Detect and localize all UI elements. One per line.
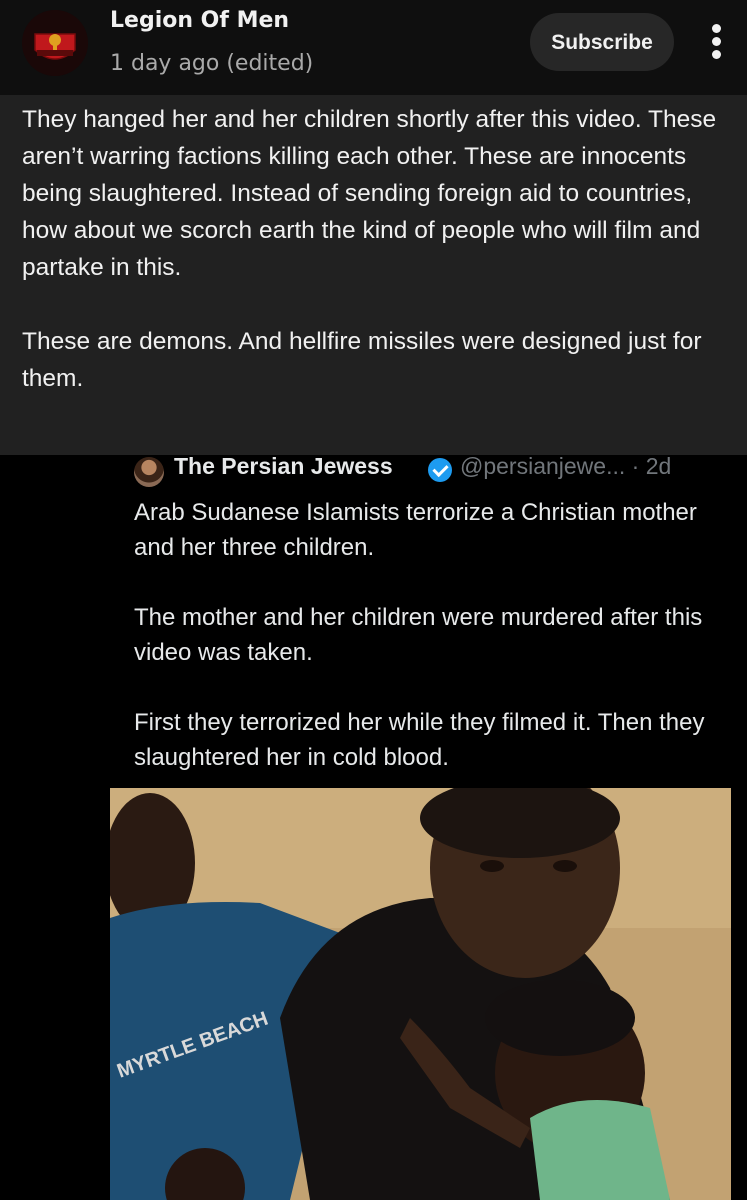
- more-vert-icon[interactable]: [700, 20, 734, 64]
- tweet-handle: @persianjewe... · 2d: [460, 453, 672, 479]
- tweet-text: Arab Sudanese Islamists terrorize a Chri…: [134, 499, 705, 771]
- channel-logo-icon: [22, 10, 88, 76]
- post-body: They hanged her and her children shortly…: [0, 95, 747, 455]
- tweet-video-still[interactable]: MYRTLE BEACH: [110, 788, 731, 1200]
- tweet-author-name: The Persian Jewess: [174, 453, 393, 479]
- embedded-tweet: The Persian Jewess @persianjewe... · 2d …: [110, 453, 731, 790]
- embedded-screenshot[interactable]: The Persian Jewess @persianjewe... · 2d …: [0, 453, 747, 1200]
- verified-badge-icon: [428, 458, 452, 482]
- post-text: They hanged her and her children shortly…: [22, 106, 717, 392]
- subscribe-button[interactable]: Subscribe: [530, 13, 674, 71]
- tweet-author-avatar: [134, 457, 164, 487]
- post-header: Legion Of Men 1 day ago (edited) Subscri…: [0, 0, 747, 95]
- post-timestamp: 1 day ago (edited): [110, 51, 314, 76]
- video-scene-illustration: MYRTLE BEACH: [110, 788, 731, 1200]
- channel-avatar[interactable]: [22, 10, 88, 76]
- channel-name[interactable]: Legion Of Men: [110, 8, 289, 33]
